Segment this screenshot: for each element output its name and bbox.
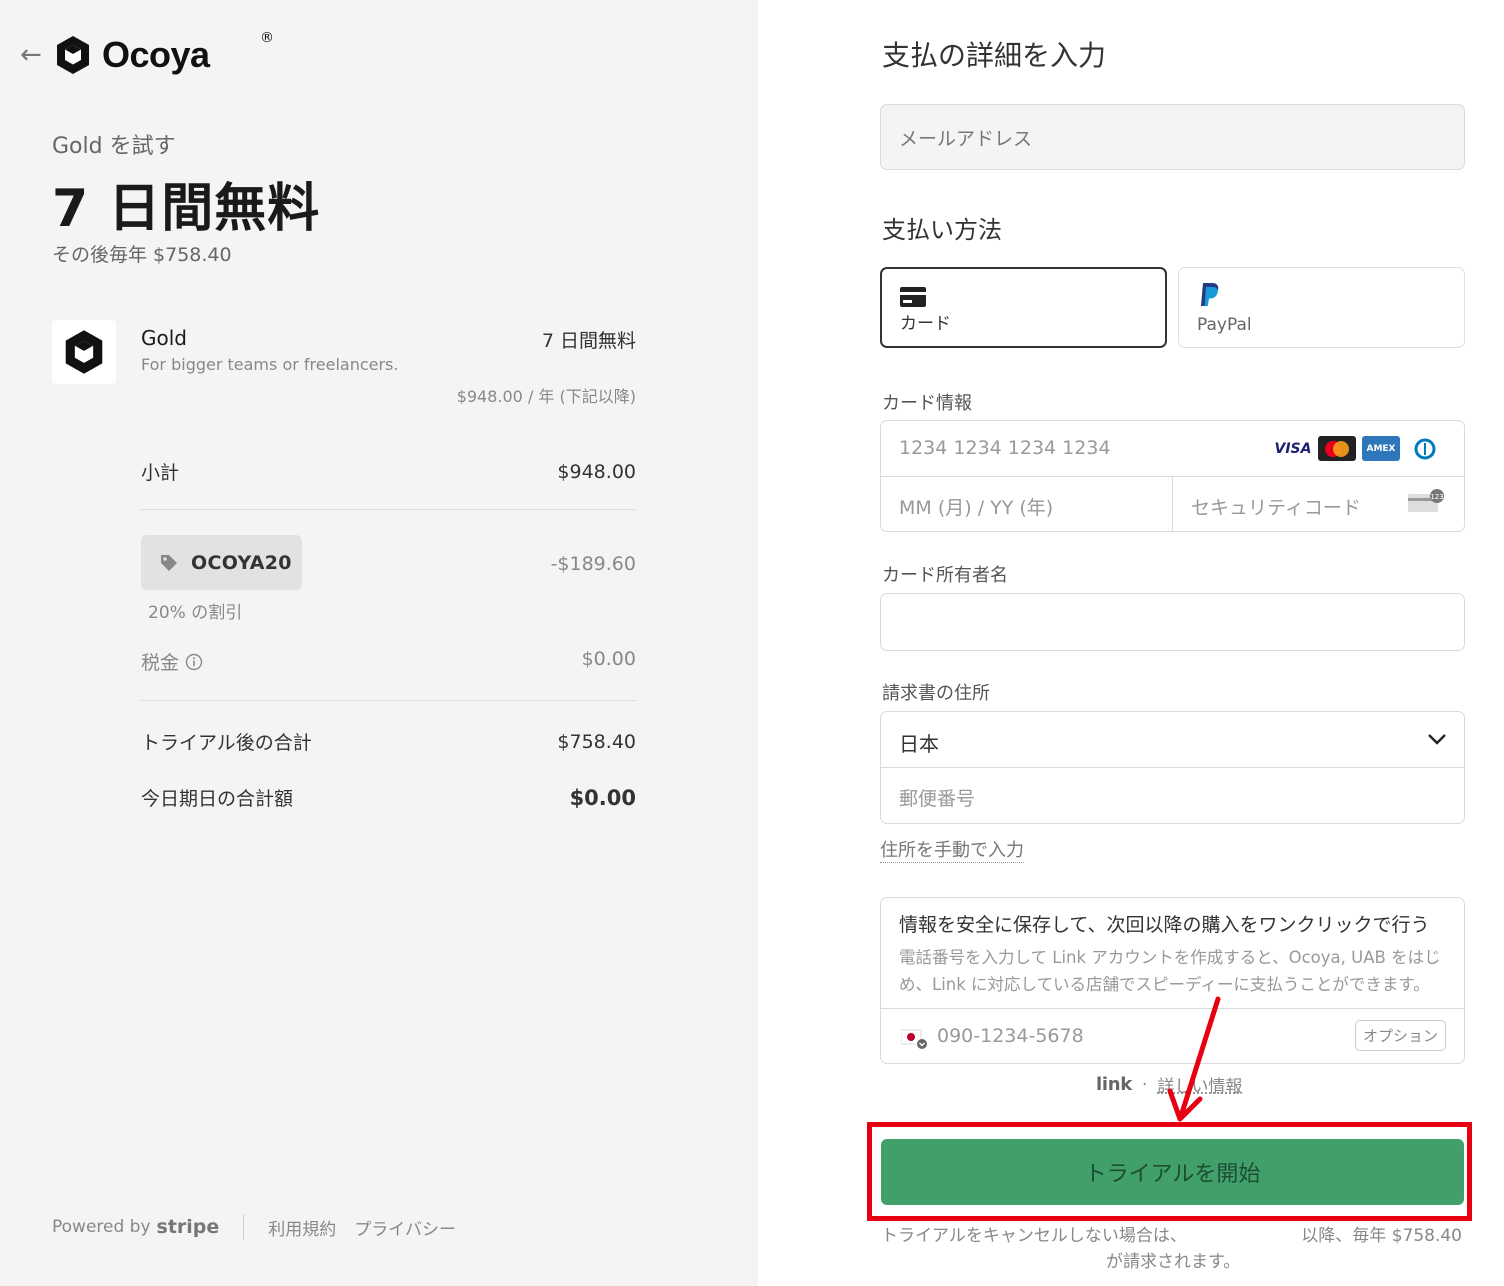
cardholder-label: カード所有者名	[882, 565, 1008, 586]
ocoya-logo-icon	[65, 330, 103, 374]
footer: Powered by stripe 利用規約 プライバシー	[52, 1214, 474, 1240]
tax-value: $0.00	[581, 648, 636, 670]
payment-method-card-label: カード	[900, 314, 951, 334]
billing-address-label: 請求書の住所	[882, 683, 990, 704]
due-today-row: 今日期日の合計額 $0.00	[141, 784, 636, 811]
divider	[1172, 476, 1173, 531]
expiry-input[interactable]: MM (月) / YY (年)	[899, 493, 1053, 520]
stripe-logo[interactable]: stripe	[157, 1216, 220, 1238]
subtotal-row: 小計 $948.00	[141, 458, 636, 485]
footer-divider	[243, 1214, 245, 1240]
product-thumbnail	[52, 320, 116, 384]
cvc-card-icon: 123	[1408, 489, 1444, 512]
card-info-label: カード情報	[882, 393, 972, 414]
optional-badge: オプション	[1354, 1020, 1446, 1051]
registered-mark: ®	[260, 30, 274, 46]
legal-text-left: トライアルをキャンセルしない場合は、	[881, 1226, 1187, 1246]
divider	[141, 700, 636, 701]
card-brands: VISA AMEX	[1274, 436, 1444, 461]
payment-method-title: 支払い方法	[882, 216, 1002, 244]
product-sub-price: $948.00 / 年 (下記以降)	[456, 387, 636, 406]
email-field[interactable]: メールアドレス	[880, 104, 1465, 170]
link-logo: link	[1096, 1074, 1132, 1095]
paypal-icon	[1201, 283, 1219, 306]
privacy-link[interactable]: プライバシー	[354, 1215, 456, 1240]
payment-method-paypal[interactable]: PayPal	[1178, 267, 1465, 348]
payment-method-card[interactable]: カード	[880, 267, 1167, 348]
trial-label: Gold を試す	[52, 134, 176, 159]
annotation-arrow-icon	[1167, 996, 1221, 1122]
diners-icon	[1406, 436, 1444, 461]
tax-label: 税金	[141, 652, 180, 674]
subtotal-value: $948.00	[557, 460, 636, 483]
payment-method-paypal-label: PayPal	[1197, 315, 1252, 335]
tag-icon	[161, 554, 177, 571]
mastercard-icon	[1318, 436, 1356, 461]
manual-address-link[interactable]: 住所を手動で入力	[880, 836, 1024, 863]
cardholder-field[interactable]	[880, 593, 1465, 651]
product-name: Gold	[141, 326, 187, 350]
info-icon[interactable]	[185, 653, 203, 671]
terms-link[interactable]: 利用規約	[268, 1215, 336, 1240]
visa-icon: VISA	[1274, 436, 1312, 461]
japan-flag-icon[interactable]	[901, 1028, 927, 1050]
powered-by-label: Powered by	[52, 1217, 151, 1237]
promo-code-chip[interactable]: OCOYA20	[141, 535, 302, 590]
due-today-value: $0.00	[569, 785, 636, 810]
discount-note: 20% の割引	[148, 603, 243, 623]
divider	[881, 767, 1464, 768]
product-description: For bigger teams or freelancers.	[141, 355, 399, 374]
tax-row-label: 税金	[141, 648, 203, 675]
billing-address-group: 日本 郵便番号	[880, 711, 1465, 824]
ocoya-logo-icon	[57, 36, 89, 74]
chevron-down-icon[interactable]	[1426, 726, 1448, 752]
brand-logo: Ocoya ®	[54, 30, 274, 76]
brand-name: Ocoya	[102, 34, 210, 75]
order-summary-panel: ← Ocoya ® Gold を試す 7 日間無料 その後毎年 $758.40 …	[0, 0, 758, 1286]
card-number-input[interactable]: 1234 1234 1234 1234	[899, 437, 1111, 459]
legal-text-right: 以降、毎年 $758.40	[1301, 1226, 1462, 1246]
cvc-input[interactable]: セキュリティコード	[1191, 493, 1361, 520]
amex-icon: AMEX	[1362, 436, 1400, 461]
separator-dot: ·	[1141, 1074, 1148, 1095]
trial-headline: 7 日間無料	[52, 179, 321, 239]
after-trial-price: その後毎年 $758.40	[52, 244, 232, 266]
divider	[141, 509, 636, 510]
credit-card-icon	[900, 287, 926, 307]
total-after-trial-label: トライアル後の合計	[141, 732, 312, 754]
total-after-trial-value: $758.40	[557, 730, 636, 753]
link-save-title: 情報を安全に保存して、次回以降の購入をワンクリックで行う	[899, 914, 1430, 936]
phone-input[interactable]: 090-1234-5678	[937, 1025, 1084, 1047]
due-today-label: 今日期日の合計額	[141, 788, 294, 810]
subtotal-label: 小計	[141, 462, 180, 484]
total-after-trial-row: トライアル後の合計 $758.40	[141, 728, 636, 755]
country-select[interactable]: 日本	[899, 728, 939, 757]
legal-text-bottom: が請求されます。	[1106, 1252, 1241, 1272]
start-trial-button[interactable]: トライアルを開始	[881, 1139, 1464, 1205]
arrow-left-icon[interactable]: ←	[20, 40, 42, 70]
promo-code: OCOYA20	[191, 551, 292, 574]
link-save-description: 電話番号を入力して Link アカウントを作成すると、Ocoya, UAB をは…	[899, 948, 1441, 994]
product-price: 7 日間無料	[541, 330, 636, 352]
postal-code-input[interactable]: 郵便番号	[899, 784, 975, 811]
svg-text:123: 123	[1430, 493, 1443, 501]
card-details-group: 1234 1234 1234 1234 VISA AMEX MM (月) / Y…	[880, 420, 1465, 532]
payment-title: 支払の詳細を入力	[882, 39, 1107, 72]
discount-amount: -$189.60	[550, 553, 636, 575]
